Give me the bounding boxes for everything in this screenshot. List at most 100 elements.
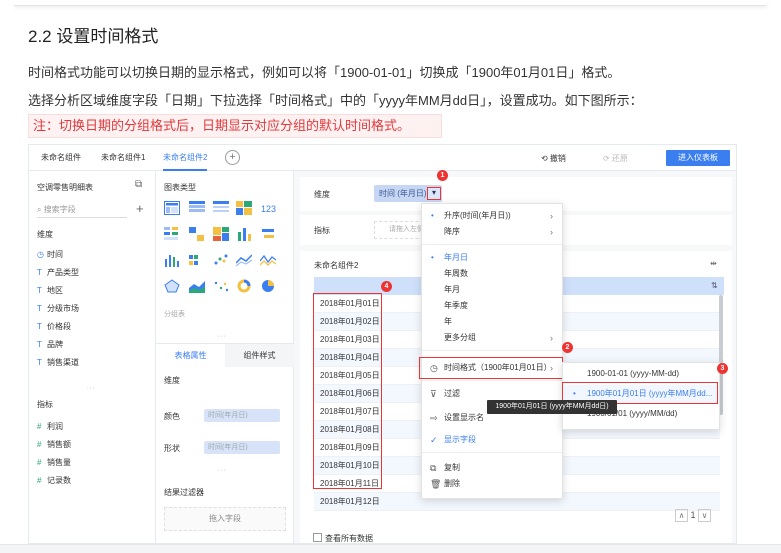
field-item[interactable]: # 销售量 <box>37 457 71 468</box>
selected-dot-icon: • <box>431 253 434 262</box>
component-tabs-bar: 未命名组件 未命名组件1 未命名组件2 + ⟲ 撤销 ⟳ 还原 进入仪表板 <box>29 145 736 171</box>
chevron-right-icon: › <box>550 333 553 343</box>
radar-chart-icon[interactable] <box>164 279 180 293</box>
field-label: 销售渠道 <box>47 358 79 367</box>
number-field-icon: # <box>37 458 42 467</box>
field-label: 地区 <box>47 286 63 295</box>
grouped-bar-chart-icon[interactable] <box>189 253 205 267</box>
field-label: 销售额 <box>47 440 71 449</box>
field-item[interactable]: # 销售额 <box>37 439 71 450</box>
field-item[interactable]: T 分级市场 <box>37 303 79 314</box>
menu-divider <box>422 350 562 351</box>
treemap-chart-icon[interactable] <box>213 227 229 241</box>
property-dimension-label: 维度 <box>164 376 180 385</box>
area-line-chart-icon[interactable] <box>260 253 276 267</box>
group-table-chart-icon[interactable] <box>164 201 180 215</box>
menu-item-delete[interactable]: 🗑 删除 <box>422 476 562 492</box>
sort-icon[interactable]: ⇅ <box>711 281 718 290</box>
format-tooltip: 1900年01月01日 (yyyy年MM月dd日) <box>487 400 617 414</box>
menu-item-group-ym[interactable]: 年月 <box>422 282 562 298</box>
enter-dashboard-button[interactable]: 进入仪表板 <box>666 150 730 166</box>
field-item[interactable]: # 利润 <box>37 421 63 432</box>
tab-component-0[interactable]: 未命名组件 <box>41 145 81 171</box>
chart-type-title: 图表类型 <box>164 183 196 192</box>
metric-row-label: 指标 <box>314 226 330 235</box>
field-item[interactable]: T 品牌 <box>37 339 63 350</box>
menu-item-copy[interactable]: ⧉ 复制 <box>422 460 562 476</box>
add-tab-button[interactable]: + <box>225 150 240 165</box>
checkbox-icon[interactable] <box>313 533 322 542</box>
tab-component-2[interactable]: 未命名组件2 <box>163 145 208 171</box>
shape-field[interactable]: 时间(年月日) <box>204 441 280 454</box>
prev-page-button[interactable]: ∧ <box>675 509 688 522</box>
text-field-icon: T <box>37 286 42 295</box>
menu-item-descending[interactable]: 降序 › <box>422 224 562 240</box>
menu-item-show-field[interactable]: ✓ 显示字段 <box>422 432 562 448</box>
tab-component-style[interactable]: 组件样式 <box>225 344 294 367</box>
resize-handle[interactable]: ∙∙∙ <box>218 467 227 474</box>
menu-item-group-yq[interactable]: 年季度 <box>422 298 562 314</box>
undo-button[interactable]: ⟲ 撤销 <box>541 153 566 164</box>
menu-divider <box>422 380 562 381</box>
menu-item-label: 显示字段 <box>444 435 476 444</box>
search-field[interactable]: ⌕ 搜索字段 <box>37 201 127 218</box>
menu-item-group-ymd[interactable]: • 年月日 <box>422 250 562 266</box>
menu-item-group-y[interactable]: 年 <box>422 314 562 330</box>
format-option-dash[interactable]: 1900-01-01 (yyyy-MM-dd) <box>563 365 719 383</box>
ring-chart-icon[interactable] <box>236 279 252 293</box>
menu-item-more-groups[interactable]: 更多分组 › <box>422 330 562 346</box>
shape-label: 形状 <box>164 444 180 453</box>
field-item[interactable]: T 价格段 <box>37 321 71 332</box>
range-chart-icon[interactable] <box>260 227 276 241</box>
scatter-chart-icon[interactable] <box>213 253 229 267</box>
grouped-block-chart-icon[interactable] <box>189 227 205 241</box>
field-item[interactable]: ◷ 时间 <box>37 249 63 260</box>
field-item[interactable]: T 地区 <box>37 285 63 296</box>
tab-component-1[interactable]: 未命名组件1 <box>101 145 145 171</box>
add-field-icon[interactable]: + <box>136 201 144 216</box>
date-rows-highlight <box>313 293 382 489</box>
multi-series-chart-icon[interactable] <box>164 227 180 241</box>
copy-icon[interactable]: ⧉ <box>135 179 142 190</box>
search-placeholder: 搜索字段 <box>43 205 76 214</box>
heat-table-chart-icon[interactable] <box>236 201 252 215</box>
tab-table-properties[interactable]: 表格属性 <box>156 344 225 367</box>
previous-section-divider <box>14 0 767 6</box>
selected-dot-icon: • <box>431 211 434 220</box>
filter-drop-zone[interactable]: 拖入字段 <box>164 507 286 531</box>
text-field-icon: T <box>37 358 42 367</box>
resize-handle[interactable]: ∙∙∙ <box>87 385 96 392</box>
redo-button[interactable]: ⟳ 还原 <box>603 153 628 164</box>
time-format-highlight <box>419 357 563 379</box>
text-field-icon: T <box>37 340 42 349</box>
cross-table-chart-icon[interactable] <box>189 201 205 215</box>
menu-item-ascending[interactable]: • 升序(时间(年月日)) › <box>422 208 562 224</box>
field-item[interactable]: T 销售渠道 <box>37 357 79 368</box>
resize-handle[interactable]: ∙∙∙ <box>218 333 227 340</box>
bar-chart-icon[interactable] <box>164 253 180 267</box>
menu-item-group-yw[interactable]: 年周数 <box>422 266 562 282</box>
expand-icon[interactable]: ⇹ <box>710 259 717 268</box>
line-chart-icon[interactable] <box>236 253 252 267</box>
menu-divider <box>422 244 562 245</box>
field-item[interactable]: # 记录数 <box>37 475 71 486</box>
area-chart-icon[interactable] <box>189 279 205 293</box>
pie-chart-icon[interactable] <box>260 279 276 293</box>
note-callout: 注：切换日期的分组格式后，日期显示对应分组的默认时间格式。 <box>28 114 442 138</box>
chevron-right-icon: › <box>550 227 553 237</box>
stacked-bar-chart-icon[interactable] <box>236 227 252 241</box>
show-all-data[interactable]: 查看所有数据 <box>313 533 373 543</box>
app-screenshot: 未命名组件 未命名组件1 未命名组件2 + ⟲ 撤销 ⟳ 还原 进入仪表板 空调… <box>28 144 737 544</box>
next-page-button[interactable]: ∨ <box>698 509 712 522</box>
color-field[interactable]: 时间(年月日) <box>204 409 280 422</box>
check-icon: ✓ <box>430 435 438 445</box>
menu-item-label: 设置显示名 <box>444 413 484 422</box>
menu-divider <box>422 452 562 453</box>
paragraph-intro: 时间格式功能可以切换日期的显示格式，例如可以将「1900-01-01」切换成「1… <box>28 65 621 80</box>
dot-map-chart-icon[interactable] <box>213 279 229 293</box>
menu-item-label: 年季度 <box>444 301 468 310</box>
kpi-chart-icon[interactable]: 123 <box>260 201 276 215</box>
field-item[interactable]: T 产品类型 <box>37 267 79 278</box>
detail-table-chart-icon[interactable] <box>213 201 229 215</box>
chevron-down-icon[interactable]: ▾ <box>427 187 441 200</box>
